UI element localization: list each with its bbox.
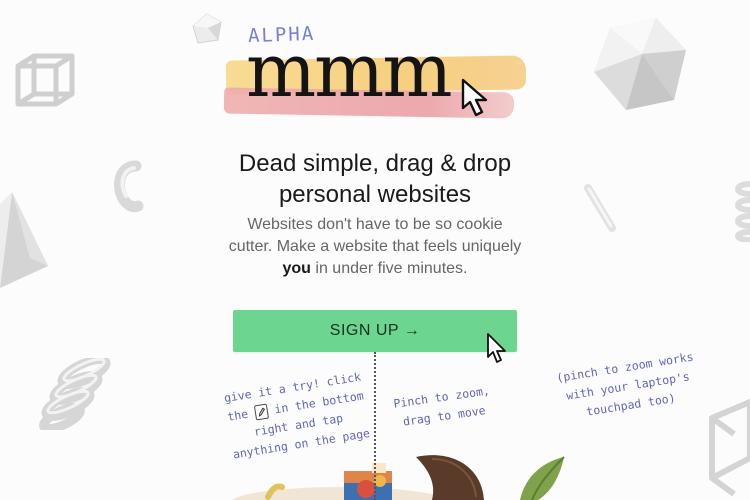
pencil-icon — [253, 403, 269, 421]
decorative-pyramid — [0, 192, 48, 288]
hero-description-text-end: in under five minutes. — [310, 260, 468, 277]
decorative-spring — [735, 181, 750, 242]
decorative-wire-frame — [709, 399, 750, 497]
headline-line-2: personal websites — [278, 181, 472, 208]
hero-description-emphasis: you — [282, 260, 311, 277]
decorative-wire-cube — [15, 53, 75, 107]
arrow-cursor-icon — [461, 78, 488, 117]
decorative-stick — [584, 184, 616, 232]
sign-up-button[interactable]: SIGN UP → — [233, 310, 517, 352]
hero-description-text: Websites don't have to be so cookie cutt… — [228, 216, 522, 255]
decorative-coil — [39, 358, 111, 430]
decorative-cube — [192, 13, 222, 44]
arrow-cursor-icon — [487, 333, 506, 363]
hint-note-touchpad: (pinch to zoom works with your laptop's … — [555, 349, 695, 419]
app-logo[interactable]: ALPHA mmm — [220, 20, 527, 132]
page-headline: Dead simple, drag & drop personal websit… — [175, 148, 575, 210]
hero-description: Websites don't have to be so cookie cutt… — [225, 214, 525, 280]
decorative-icosahedron — [594, 18, 686, 110]
decorative-c-ring — [114, 160, 144, 213]
hint-note-zoom: Pinch to zoom, drag to move — [392, 383, 491, 429]
headline-line-1: Dead simple, drag & drop — [238, 150, 512, 177]
